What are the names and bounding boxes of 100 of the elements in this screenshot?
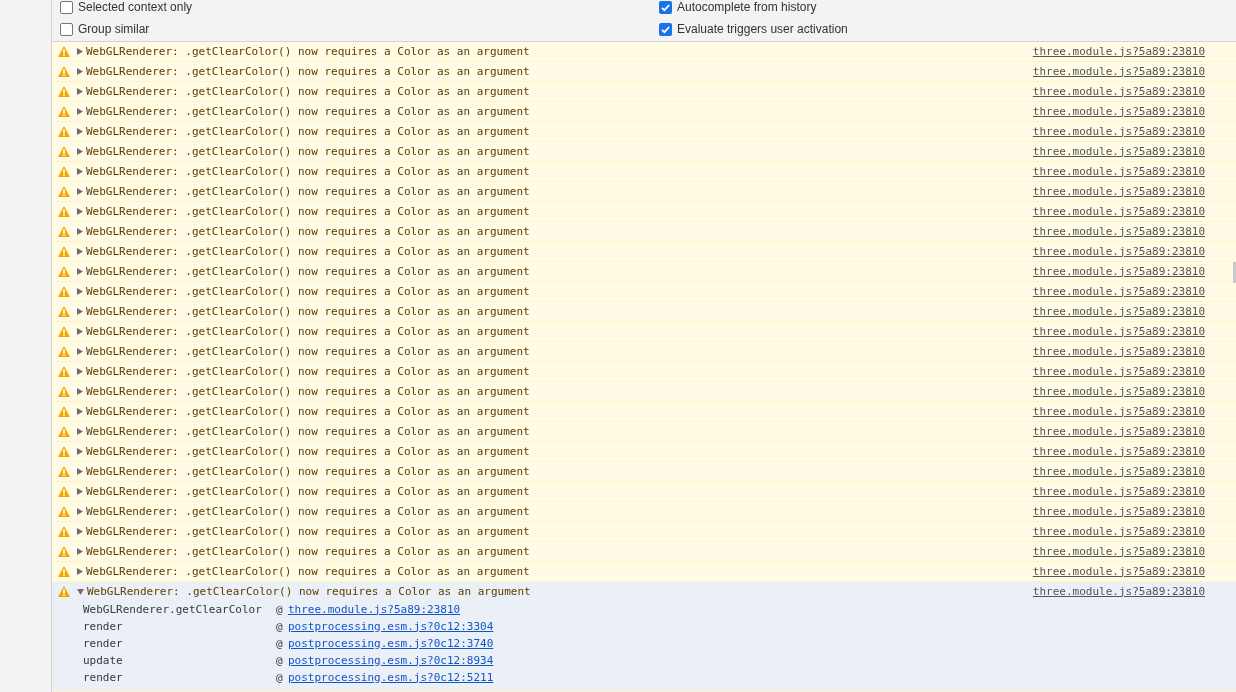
caret-right-icon[interactable] (77, 308, 83, 315)
source-link[interactable]: three.module.js?5a89:23810 (1032, 584, 1205, 599)
source-link[interactable]: three.module.js?5a89:23810 (1032, 204, 1205, 219)
console-message[interactable]: WebGLRenderer: .getClearColor() now requires a Color as an argument three.module.js?5a89:23810 (52, 42, 1236, 62)
source-link[interactable]: three.module.js?5a89:23810 (1032, 404, 1205, 419)
source-link[interactable]: three.module.js?5a89:23810 (1032, 364, 1205, 379)
source-link[interactable]: three.module.js?5a89:23810 (1032, 544, 1205, 559)
caret-right-icon[interactable] (77, 128, 83, 135)
checkbox[interactable] (659, 22, 672, 36)
source-link[interactable]: three.module.js?5a89:23810 (1032, 424, 1205, 439)
stack-source-link[interactable]: three.module.js?5a89:23810 (288, 602, 461, 617)
source-link[interactable]: three.module.js?5a89:23810 (1032, 84, 1205, 99)
source-link[interactable]: three.module.js?5a89:23810 (1032, 464, 1205, 479)
console-message[interactable]: WebGLRenderer: .getClearColor() now requires a Color as an argument three.module.js?5a89:23810 (52, 302, 1236, 322)
source-link[interactable]: three.module.js?5a89:23810 (1032, 484, 1205, 499)
warning-icon (58, 326, 70, 337)
checkbox-label[interactable]: Autocomplete from history (677, 0, 817, 14)
console-message[interactable]: WebGLRenderer: .getClearColor() now requires a Color as an argument three.module.js?5a89:23810 (52, 442, 1236, 462)
caret-right-icon[interactable] (77, 68, 83, 75)
caret-right-icon[interactable] (77, 428, 83, 435)
console-message[interactable]: WebGLRenderer: .getClearColor() now requires a Color as an argument three.module.js?5a89:23810 (52, 282, 1236, 302)
source-link[interactable]: three.module.js?5a89:23810 (1032, 384, 1205, 399)
caret-right-icon[interactable] (77, 488, 83, 495)
stack-source-link[interactable]: postprocessing.esm.js?0c12:3740 (288, 636, 494, 651)
caret-right-icon[interactable] (77, 328, 83, 335)
caret-right-icon[interactable] (77, 408, 83, 415)
source-link[interactable]: three.module.js?5a89:23810 (1032, 344, 1205, 359)
console-message[interactable]: WebGLRenderer: .getClearColor() now requires a Color as an argument three.module.js?5a89:23810 (52, 122, 1236, 142)
console-message[interactable]: WebGLRenderer: .getClearColor() now requires a Color as an argument three.module.js?5a89:23810 (52, 342, 1236, 362)
console-message[interactable]: WebGLRenderer: .getClearColor() now requires a Color as an argument three.module.js?5a89:23810 (52, 402, 1236, 422)
console-message[interactable]: WebGLRenderer: .getClearColor() now requires a Color as an argument three.module.js?5a89:23810 (52, 142, 1236, 162)
caret-right-icon[interactable] (77, 208, 83, 215)
source-link[interactable]: three.module.js?5a89:23810 (1032, 324, 1205, 339)
caret-right-icon[interactable] (77, 148, 83, 155)
source-link[interactable]: three.module.js?5a89:23810 (1032, 104, 1205, 119)
scrollbar-thumb[interactable] (1233, 262, 1236, 283)
source-link[interactable]: three.module.js?5a89:23810 (1032, 284, 1205, 299)
caret-right-icon[interactable] (77, 268, 83, 275)
stack-source-link[interactable]: postprocessing.esm.js?0c12:8934 (288, 653, 494, 668)
source-link[interactable]: three.module.js?5a89:23810 (1032, 184, 1205, 199)
caret-right-icon[interactable] (77, 368, 83, 375)
checkbox[interactable] (60, 22, 73, 36)
console-message[interactable]: WebGLRenderer: .getClearColor() now requires a Color as an argument three.module.js?5a89:23810 (52, 62, 1236, 82)
caret-right-icon[interactable] (77, 188, 83, 195)
console-message[interactable]: WebGLRenderer: .getClearColor() now requires a Color as an argument three.module.js?5a89:23810 (52, 262, 1236, 282)
source-link[interactable]: three.module.js?5a89:23810 (1032, 164, 1205, 179)
caret-right-icon[interactable] (77, 168, 83, 175)
caret-right-icon[interactable] (77, 348, 83, 355)
console-message[interactable]: WebGLRenderer: .getClearColor() now requires a Color as an argument three.module.js?5a89:23810 (52, 162, 1236, 182)
source-link[interactable]: three.module.js?5a89:23810 (1032, 124, 1205, 139)
caret-right-icon[interactable] (77, 228, 83, 235)
caret-right-icon[interactable] (77, 508, 83, 515)
console-message[interactable]: WebGLRenderer: .getClearColor() now requires a Color as an argument three.module.js?5a89:23810 (52, 382, 1236, 402)
console-message[interactable]: WebGLRenderer: .getClearColor() now requires a Color as an argument three.module.js?5a89:23810 (52, 502, 1236, 522)
caret-right-icon[interactable] (77, 568, 83, 575)
caret-right-icon[interactable] (77, 48, 83, 55)
source-link[interactable]: three.module.js?5a89:23810 (1032, 44, 1205, 59)
source-link[interactable]: three.module.js?5a89:23810 (1032, 264, 1205, 279)
console-message[interactable]: WebGLRenderer: .getClearColor() now requires a Color as an argument three.module.js?5a89:23810 (52, 82, 1236, 102)
console-message[interactable]: WebGLRenderer: .getClearColor() now requires a Color as an argument three.module.js?5a89:23810 (52, 202, 1236, 222)
caret-right-icon[interactable] (77, 528, 83, 535)
console-message[interactable]: WebGLRenderer: .getClearColor() now requires a Color as an argument three.module.js?5a89:23810 (52, 542, 1236, 562)
console-message[interactable]: WebGLRenderer: .getClearColor() now requires a Color as an argument three.module.js?5a89:23810 (52, 322, 1236, 342)
source-link[interactable]: three.module.js?5a89:23810 (1032, 504, 1205, 519)
stack-source-link[interactable]: postprocessing.esm.js?0c12:3304 (288, 619, 494, 634)
console-message[interactable]: WebGLRenderer: .getClearColor() now requires a Color as an argument three.module.js?5a89:23810 (52, 182, 1236, 202)
console-message[interactable]: WebGLRenderer: .getClearColor() now requires a Color as an argument three.module.js?5a89:23810 (52, 522, 1236, 542)
checkbox[interactable] (60, 0, 73, 14)
console-message[interactable]: WebGLRenderer: .getClearColor() now requires a Color as an argument three.module.js?5a89:23810 (52, 242, 1236, 262)
caret-right-icon[interactable] (77, 288, 83, 295)
caret-right-icon[interactable] (77, 88, 83, 95)
source-link[interactable]: three.module.js?5a89:23810 (1032, 144, 1205, 159)
source-link[interactable]: three.module.js?5a89:23810 (1032, 304, 1205, 319)
console-message[interactable]: WebGLRenderer: .getClearColor() now requires a Color as an argument three.module.js?5a89:23810 (52, 102, 1236, 122)
caret-right-icon[interactable] (77, 448, 83, 455)
checkbox-label[interactable]: Group similar (78, 22, 150, 36)
console-message[interactable]: WebGLRenderer: .getClearColor() now requires a Color as an argument three.module.js?5a89:23810 (52, 422, 1236, 442)
source-link[interactable]: three.module.js?5a89:23810 (1032, 244, 1205, 259)
caret-right-icon[interactable] (77, 388, 83, 395)
console-message[interactable]: WebGLRenderer: .getClearColor() now requires a Color as an argument three.module.js?5a89:23810 (52, 362, 1236, 382)
console-message[interactable]: WebGLRenderer: .getClearColor() now requires a Color as an argument three.module.js?5a89:23810 (52, 462, 1236, 482)
checkbox-label[interactable]: Evaluate triggers user activation (677, 22, 848, 36)
source-link[interactable]: three.module.js?5a89:23810 (1032, 444, 1205, 459)
caret-right-icon[interactable] (77, 548, 83, 555)
console-message[interactable] (52, 582, 1236, 692)
caret-right-icon[interactable] (77, 468, 83, 475)
console-message[interactable]: WebGLRenderer: .getClearColor() now requires a Color as an argument three.module.js?5a89:23810 (52, 562, 1236, 582)
message-text: WebGLRenderer: .getClearColor() now requires a Color as an argument (86, 164, 530, 179)
source-link[interactable]: three.module.js?5a89:23810 (1032, 224, 1205, 239)
source-link[interactable]: three.module.js?5a89:23810 (1032, 564, 1205, 579)
caret-down-icon[interactable] (77, 588, 84, 595)
stack-source-link[interactable]: postprocessing.esm.js?0c12:5211 (288, 670, 494, 685)
source-link[interactable]: three.module.js?5a89:23810 (1032, 64, 1205, 79)
source-link[interactable]: three.module.js?5a89:23810 (1032, 524, 1205, 539)
caret-right-icon[interactable] (77, 108, 83, 115)
checkbox-label[interactable]: Selected context only (78, 0, 193, 14)
console-message[interactable]: WebGLRenderer: .getClearColor() now requires a Color as an argument three.module.js?5a89:23810 (52, 222, 1236, 242)
console-message[interactable]: WebGLRenderer: .getClearColor() now requires a Color as an argument three.module.js?5a89:23810 (52, 482, 1236, 502)
caret-right-icon[interactable] (77, 248, 83, 255)
checkbox[interactable] (659, 0, 672, 14)
